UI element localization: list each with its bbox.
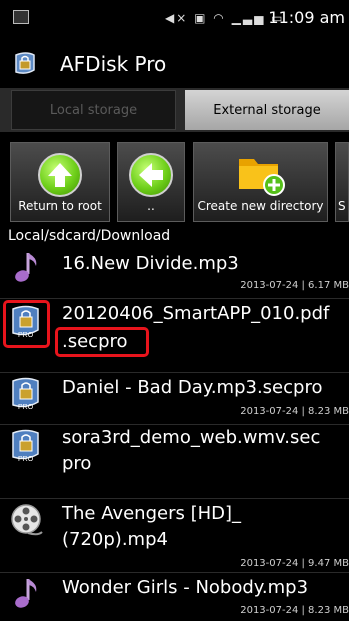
file-row[interactable]: 16.New Divide.mp3 2013-07-24 | 6.17 MB [0,246,349,298]
toolbar: Return to root .. Create new directory S [0,140,349,224]
signal-icon: ▁▃▅ [231,11,266,25]
file-meta: 2013-07-24 | 8.23 MB [240,605,349,616]
arrow-up-icon [38,153,82,197]
app-title: AFDisk Pro [60,52,167,76]
new-folder-icon [239,159,285,196]
file-row[interactable]: The Avengers [HD]_ (720p).mp4 2013-07-24… [0,498,349,572]
file-row[interactable]: PRO Daniel - Bad Day.mp3.secpro 2013-07-… [0,372,349,424]
mute-icon: ◀× [165,11,189,25]
file-meta: 2013-07-24 | 9.47 MB [240,558,349,569]
title-bar: AFDisk Pro [0,38,349,86]
file-name-continued: (720p).mp4 [62,529,168,550]
afdisk-logo-icon [15,52,35,74]
svg-text:PRO: PRO [18,456,34,463]
file-row[interactable]: PRO sora3rd_demo_web.wmv.sec pro [0,424,349,498]
file-meta: 2013-07-24 | 8.23 MB [240,406,349,417]
wifi-icon: ◠ [213,11,226,25]
parent-directory-button[interactable]: .. [117,142,185,222]
file-row[interactable]: Wonder Girls - Nobody.mp3 2013-07-24 | 8… [0,572,349,621]
icon-highlight-box [3,300,50,348]
secpro-file-icon: PRO [12,377,39,411]
file-name: Wonder Girls - Nobody.mp3 [62,577,309,598]
tab-external-storage[interactable]: External storage [185,90,349,130]
search-button-partial[interactable]: S [335,142,349,222]
create-new-directory-button[interactable]: Create new directory [193,142,328,222]
music-note-icon [15,579,37,608]
file-name-continued: pro [62,453,92,474]
tab-local-storage[interactable]: Local storage [11,90,176,130]
status-icons: ◀× ▣ ◠ ▁▃▅ ▭ [165,11,284,25]
create-new-directory-label: Create new directory [197,199,324,213]
file-name: sora3rd_demo_web.wmv.sec [62,427,321,448]
return-to-root-button[interactable]: Return to root [10,142,110,222]
alert-icon: ▣ [194,11,208,25]
search-button-label: S [338,199,346,213]
file-name: 20120406_SmartAPP_010.pdf [62,303,330,324]
svg-text:PRO: PRO [18,404,34,411]
file-name: 16.New Divide.mp3 [62,253,239,274]
return-to-root-label: Return to root [18,199,102,213]
status-time: 11:09 am [268,8,345,27]
gallery-notification-icon [13,10,29,24]
file-name: The Avengers [HD]_ [62,503,242,524]
storage-tabs: Local storage External storage [0,88,349,132]
file-row[interactable]: PRO 20120406_SmartAPP_010.pdf .secpro [0,298,349,372]
music-note-icon [15,253,37,282]
file-meta: 2013-07-24 | 6.17 MB [240,280,349,291]
file-name: Daniel - Bad Day.mp3.secpro [62,377,323,398]
parent-directory-label: .. [147,199,155,213]
status-bar: ◀× ▣ ◠ ▁▃▅ ▭ 11:09 am [0,0,349,38]
current-path: Local/sdcard/Download [8,228,171,244]
secpro-file-icon: PRO [12,429,39,463]
film-reel-icon [11,504,43,536]
arrow-left-icon [129,153,173,197]
extension-highlight-box [55,327,149,357]
